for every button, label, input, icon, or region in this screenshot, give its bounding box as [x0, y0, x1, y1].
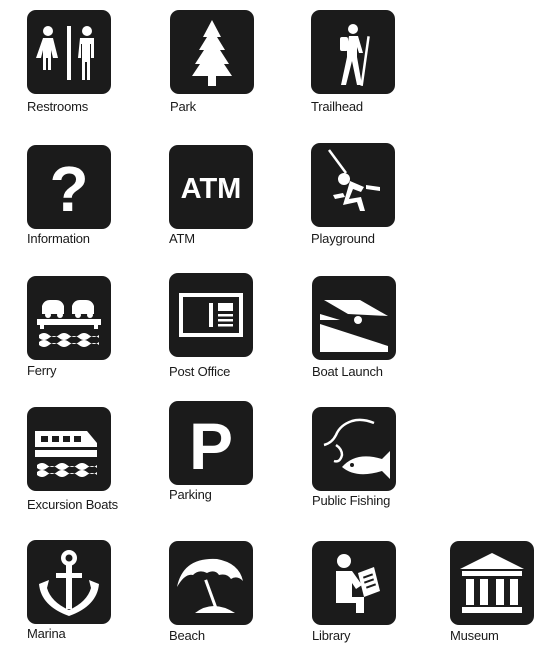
boat-launch-icon [312, 276, 396, 360]
ferry-label: Ferry [27, 363, 57, 378]
public-fishing-label: Public Fishing [312, 493, 391, 508]
museum-icon [450, 541, 534, 625]
parking-label: Parking [169, 487, 212, 502]
playground-icon [311, 143, 395, 227]
beach-label: Beach [169, 628, 205, 643]
parking-glyph: P [189, 409, 233, 483]
park-label: Park [170, 99, 196, 114]
library-label: Library [312, 628, 351, 643]
ferry-icon [27, 276, 111, 360]
marina-icon [27, 540, 111, 624]
museum-label: Museum [450, 628, 499, 643]
parking-icon: P [169, 401, 253, 485]
question-glyph: ? [49, 153, 88, 225]
excursion-boats-icon [27, 407, 111, 491]
marina-label: Marina [27, 626, 66, 641]
library-icon [312, 541, 396, 625]
park-icon [170, 10, 254, 94]
information-icon: ? [27, 145, 111, 229]
playground-label: Playground [311, 231, 375, 246]
post-office-icon [169, 273, 253, 357]
atm-glyph: ATM [181, 173, 242, 205]
excursion-boats-label: Excursion Boats [27, 497, 118, 512]
restrooms-icon [27, 10, 111, 94]
trailhead-icon [311, 10, 395, 94]
atm-label: ATM [169, 231, 195, 246]
trailhead-label: Trailhead [311, 99, 363, 114]
post-office-label: Post Office [169, 364, 231, 379]
beach-icon [169, 541, 253, 625]
information-label: Information [27, 231, 90, 246]
restrooms-label: Restrooms [27, 99, 89, 114]
public-fishing-icon [312, 407, 396, 491]
boat-launch-label: Boat Launch [312, 364, 383, 379]
atm-icon: ATM [169, 145, 253, 229]
